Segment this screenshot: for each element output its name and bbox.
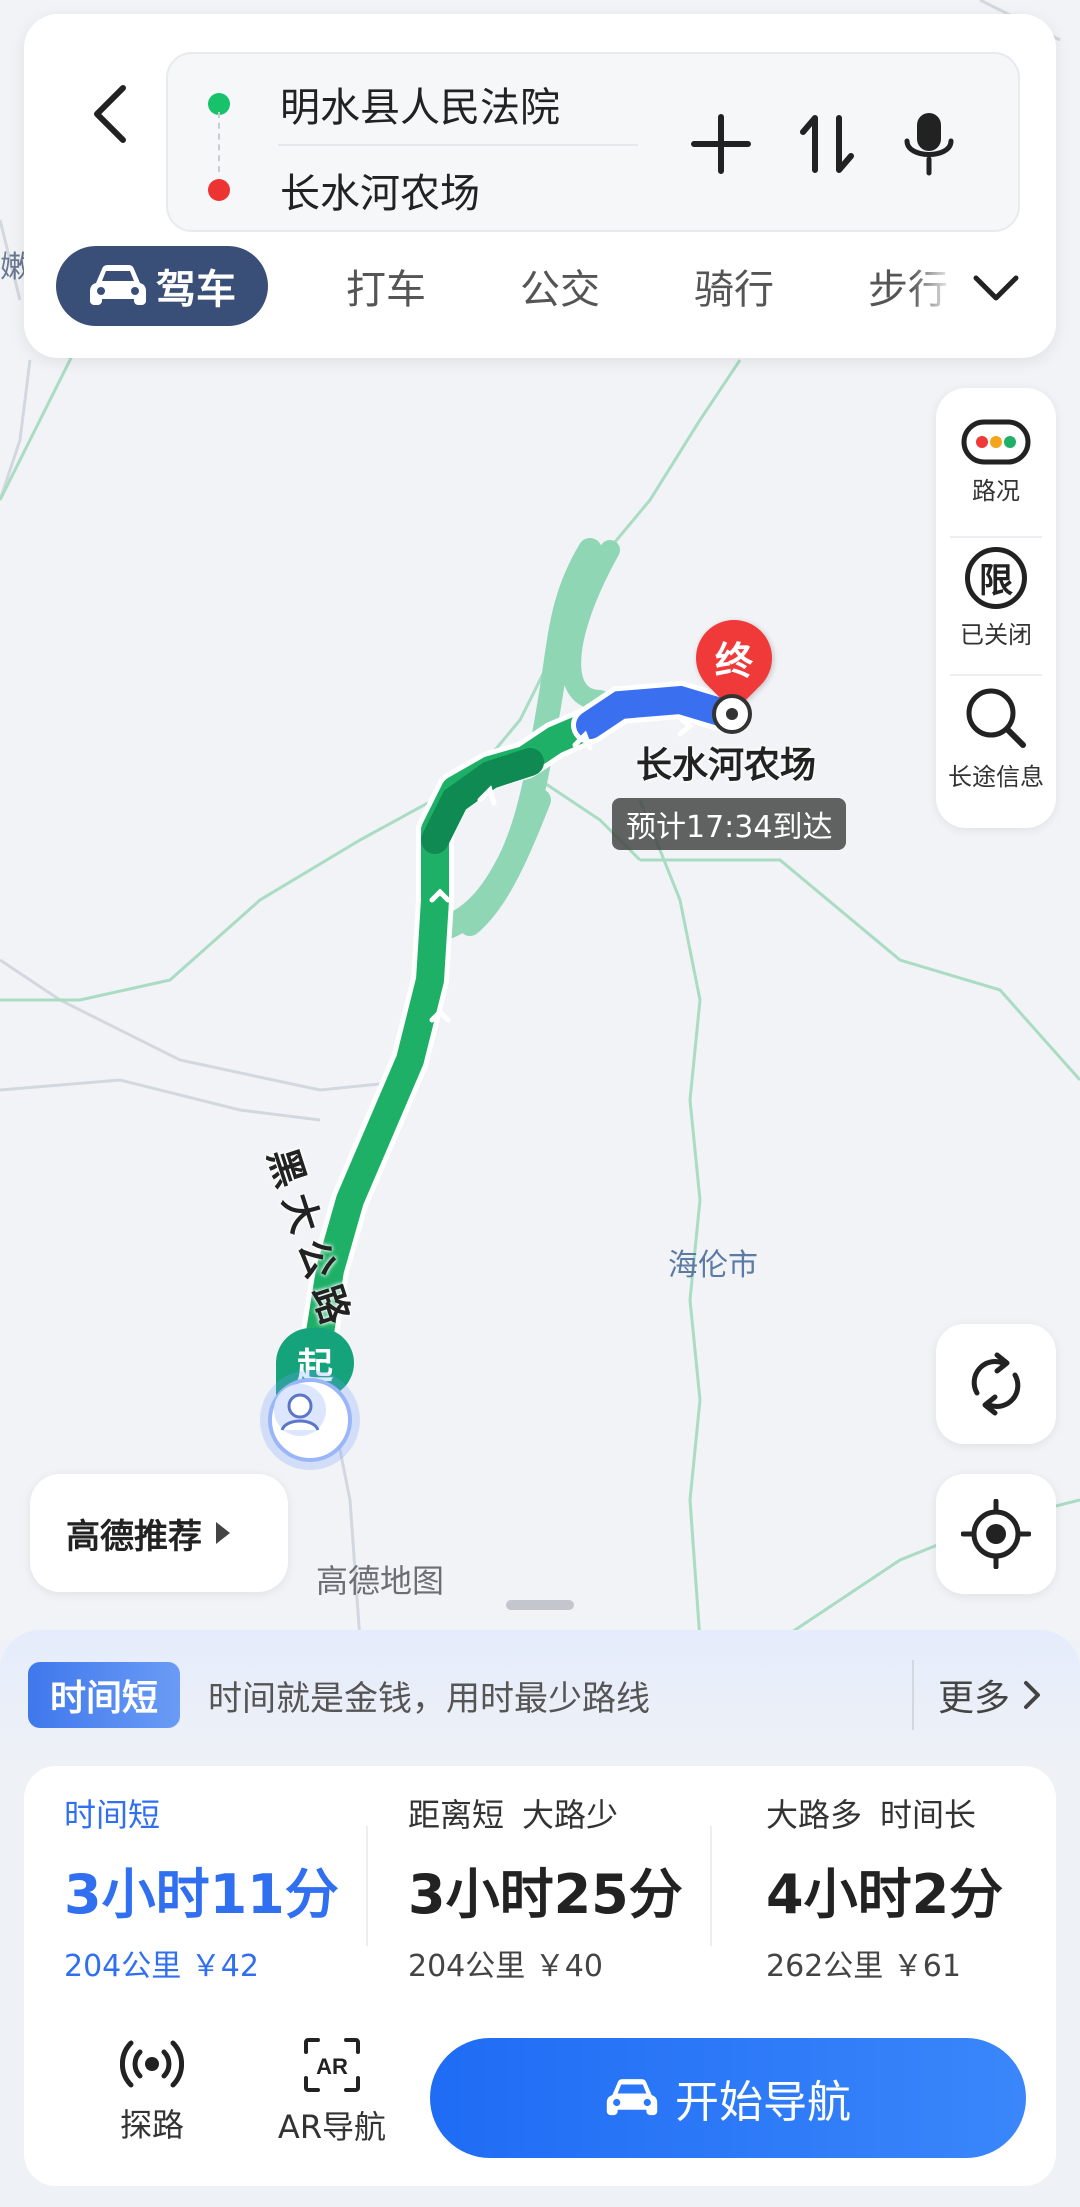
explore-label: 探路: [119, 2106, 184, 2144]
search-icon: [966, 688, 1026, 748]
triangle-right-icon: [216, 1522, 230, 1544]
route-input-box: 明水县人民法院 长水河农场: [166, 52, 1020, 232]
chevron-down-icon[interactable]: [966, 258, 1026, 318]
route-option-cost: ￥61: [892, 1949, 961, 1984]
route-divider: [278, 144, 638, 146]
travel-mode-tabs: 驾车 打车 公交 骑行 步行: [24, 246, 1056, 336]
car-icon: [90, 265, 146, 305]
svg-text:AR: AR: [316, 2054, 348, 2079]
traffic-label: 路况: [972, 476, 1020, 505]
restriction-toggle[interactable]: 限 已关闭: [936, 530, 1056, 666]
restriction-icon: 限: [965, 546, 1027, 609]
route-option-distance: 204公里: [408, 1949, 526, 1984]
swap-icon: [800, 115, 854, 173]
destination-text: 长水河农场: [280, 171, 480, 217]
destination-dot: [208, 179, 230, 201]
more-label: 更多: [937, 1678, 1010, 1719]
origin-text: 明水县人民法院: [280, 85, 560, 131]
destination-field[interactable]: 长水河农场: [168, 150, 668, 230]
recommend-button[interactable]: 高德推荐: [30, 1474, 288, 1592]
destination-label: 长水河农场: [636, 745, 817, 786]
route-option-tag: 时间长: [880, 1796, 977, 1834]
city-label: 海伦市: [668, 1248, 758, 1283]
locate-button[interactable]: [936, 1474, 1056, 1594]
route-option-tag: 距离短: [408, 1796, 505, 1834]
route-strategy-bar: 时间短 时间就是金钱，用时最少路线 更多: [28, 1660, 1052, 1730]
origin-field[interactable]: 明水县人民法院: [168, 64, 668, 144]
option-divider: [366, 1826, 368, 1946]
route-option-time: 4小时2分: [766, 1863, 1004, 1926]
traffic-toggle[interactable]: 路况: [936, 394, 1056, 530]
sheet-drag-handle[interactable]: [506, 1600, 574, 1610]
refresh-route-button[interactable]: [936, 1324, 1056, 1444]
traffic-light-icon: [961, 419, 1031, 464]
tab-walk-label: 步行: [868, 267, 948, 313]
restriction-label: 已关闭: [960, 620, 1032, 649]
swap-route-button[interactable]: [782, 99, 872, 189]
explore-icon: [120, 2040, 184, 2088]
route-option-tag: 时间短: [64, 1796, 161, 1834]
plus-icon: [691, 114, 751, 174]
tab-bus-label: 公交: [520, 267, 600, 313]
tab-bus[interactable]: 公交: [520, 246, 600, 326]
route-option-1[interactable]: 时间短 3小时11分 204公里 ￥42: [64, 1788, 384, 1988]
map-watermark: 高德地图: [316, 1562, 445, 1600]
user-location-avatar: [268, 1378, 352, 1462]
route-option-cost: ￥42: [190, 1949, 259, 1984]
ar-navigation-button[interactable]: AR AR导航: [262, 2036, 402, 2156]
tab-walk[interactable]: 步行: [868, 246, 954, 326]
tab-bike[interactable]: 骑行: [694, 246, 774, 326]
route-option-distance: 262公里: [766, 1949, 884, 1984]
route-option-tag: 大路少: [522, 1796, 619, 1834]
tab-drive[interactable]: 驾车: [56, 246, 268, 326]
long-trip-label: 长途信息: [948, 762, 1044, 791]
start-navigation-label: 开始导航: [675, 2077, 851, 2128]
route-bottom-sheet: 时间短 时间就是金钱，用时最少路线 更多 时间短 3小时11分 204公里 ￥4…: [0, 1630, 1080, 2207]
route-option-cost: ￥40: [534, 1949, 603, 1984]
route-option-time: 3小时11分: [64, 1863, 339, 1926]
route-search-card: 明水县人民法院 长水河农场 驾车 打车 公交 骑行 步行: [24, 14, 1056, 358]
end-marker-label: 终: [714, 639, 753, 683]
tab-taxi-label: 打车: [346, 267, 426, 313]
voice-input-button[interactable]: [884, 99, 974, 189]
start-navigation-button[interactable]: 开始导航: [430, 2038, 1026, 2158]
more-strategies-button[interactable]: 更多: [911, 1660, 1042, 1730]
microphone-icon: [904, 113, 954, 176]
strategy-tag: 时间短: [28, 1662, 181, 1728]
tab-bike-label: 骑行: [694, 267, 774, 313]
refresh-icon: [971, 1352, 1021, 1416]
recommend-label: 高德推荐: [66, 1516, 202, 1557]
ar-label: AR导航: [277, 2108, 387, 2146]
user-avatar-icon: [274, 1384, 326, 1436]
strategy-description: 时间就是金钱，用时最少路线: [208, 1678, 651, 1719]
chevron-left-icon: [94, 85, 126, 143]
eta-badge: 预计17:34到达: [612, 798, 847, 850]
back-button[interactable]: [64, 54, 154, 174]
chevron-right-icon: [1024, 1681, 1040, 1709]
ar-icon: AR: [304, 2038, 360, 2092]
map-side-panel: 路况 限 已关闭 长途信息: [936, 388, 1056, 828]
locate-icon: [961, 1499, 1031, 1569]
car-icon: [606, 2079, 658, 2116]
destination-point: [712, 694, 752, 734]
tab-taxi[interactable]: 打车: [346, 246, 426, 326]
add-waypoint-button[interactable]: [676, 99, 766, 189]
explore-road-button[interactable]: 探路: [82, 2036, 222, 2156]
option-divider: [710, 1826, 712, 1946]
route-option-2[interactable]: 距离短 大路少 3小时25分 204公里 ￥40: [408, 1788, 728, 1988]
tab-drive-label: 驾车: [156, 267, 236, 313]
route-option-time: 3小时25分: [408, 1863, 683, 1926]
route-option-distance: 204公里: [64, 1949, 182, 1984]
long-trip-info[interactable]: 长途信息: [936, 670, 1056, 806]
route-options-card: 时间短 3小时11分 204公里 ￥42 距离短 大路少 3小时25分 204公里…: [24, 1766, 1056, 2186]
route-option-tag: 大路多: [766, 1796, 863, 1834]
route-option-3[interactable]: 大路多 时间长 4小时2分 262公里 ￥61: [766, 1788, 1080, 1988]
